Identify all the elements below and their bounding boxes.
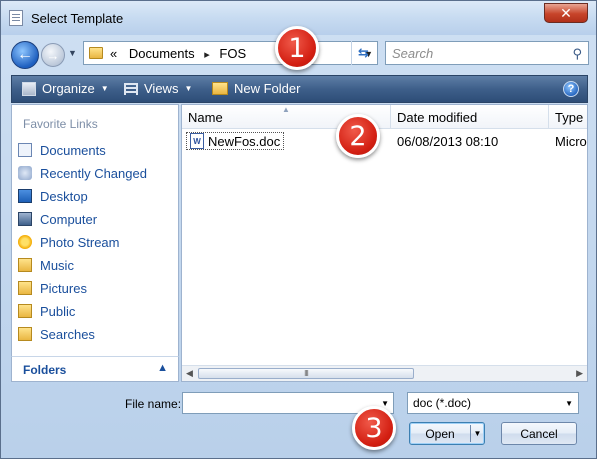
scrollbar-thumb[interactable]: III xyxy=(198,368,414,379)
views-icon xyxy=(124,82,138,95)
callout-badge-2: 2 xyxy=(336,114,380,158)
search-icon[interactable]: ⚲ xyxy=(572,46,582,62)
breadcrumb: « Documents ▸ FOS xyxy=(110,46,246,61)
open-label: Open xyxy=(425,426,455,441)
chevron-down-icon: ▼ xyxy=(565,399,573,408)
nav-item-label: Public xyxy=(40,303,76,319)
scroll-left-icon[interactable]: ◀ xyxy=(186,368,193,379)
nav-item-label: Pictures xyxy=(40,280,87,296)
photo-stream-icon xyxy=(18,235,32,249)
folder-icon xyxy=(18,258,32,272)
file-date-modified: 06/08/2013 08:10 xyxy=(397,134,499,149)
word-document-icon: W xyxy=(190,133,204,149)
column-header-type[interactable]: Type xyxy=(549,105,587,129)
organize-icon xyxy=(22,81,36,96)
column-header-date-modified[interactable]: Date modified xyxy=(391,105,549,129)
select-template-dialog: Select Template ✕ ← → ▼ « Documents ▸ FO… xyxy=(0,0,597,459)
forward-arrow-icon: → xyxy=(46,47,60,63)
nav-item-documents[interactable]: Documents xyxy=(18,140,106,160)
nav-item-public[interactable]: Public xyxy=(18,301,75,321)
breadcrumb-overflow[interactable]: « xyxy=(110,46,117,61)
folder-icon xyxy=(89,47,103,59)
refresh-button[interactable]: ⇆ xyxy=(351,41,375,65)
help-icon[interactable]: ? xyxy=(563,81,579,97)
nav-item-label: Searches xyxy=(40,326,95,342)
nav-item-recently-changed[interactable]: Recently Changed xyxy=(18,163,147,183)
history-dropdown-icon[interactable]: ▼ xyxy=(68,48,77,58)
cancel-button[interactable]: Cancel xyxy=(501,422,577,445)
nav-item-music[interactable]: Music xyxy=(18,255,74,275)
close-button[interactable]: ✕ xyxy=(544,3,588,23)
breadcrumb-separator-icon[interactable]: ▸ xyxy=(204,49,210,61)
file-type-value: doc (*.doc) xyxy=(413,396,472,410)
nav-item-label: Photo Stream xyxy=(40,234,120,250)
command-toolbar: Organize ▼ Views ▼ New Folder ? xyxy=(11,75,588,103)
file-type: Microso xyxy=(555,134,587,149)
back-arrow-icon: ← xyxy=(17,46,33,63)
refresh-icon: ⇆ xyxy=(358,45,369,60)
window-title: Select Template xyxy=(31,11,124,26)
desktop-icon xyxy=(18,189,32,203)
nav-item-label: Documents xyxy=(40,142,106,158)
scroll-right-icon[interactable]: ▶ xyxy=(576,368,583,379)
nav-item-label: Desktop xyxy=(40,188,88,204)
views-button[interactable]: Views ▼ xyxy=(124,81,192,96)
chevron-down-icon: ▼ xyxy=(100,84,109,93)
nav-item-pictures[interactable]: Pictures xyxy=(18,278,87,298)
new-folder-label: New Folder xyxy=(234,81,301,96)
table-row[interactable]: W NewFos.doc 06/08/2013 08:10 Microso xyxy=(182,131,587,151)
document-icon xyxy=(9,10,23,26)
back-button[interactable]: ← xyxy=(11,41,39,69)
file-type-select[interactable]: doc (*.doc) ▼ xyxy=(407,392,579,414)
favorite-links-header: Favorite Links xyxy=(23,117,98,131)
folders-label: Folders xyxy=(23,363,67,377)
organize-button[interactable]: Organize ▼ xyxy=(22,81,109,96)
address-bar[interactable]: « Documents ▸ FOS ▼ xyxy=(83,41,378,65)
forward-button[interactable]: → xyxy=(41,43,65,67)
views-label: Views xyxy=(144,81,179,96)
folders-toggle[interactable]: Folders ▲ xyxy=(11,356,179,382)
folder-icon xyxy=(18,327,32,341)
search-input[interactable]: Search ⚲ xyxy=(385,41,589,65)
file-name-cell[interactable]: W NewFos.doc xyxy=(186,132,285,150)
document-icon xyxy=(18,143,32,157)
chevron-up-icon: ▲ xyxy=(157,362,168,374)
horizontal-scrollbar[interactable]: ◀ III ▶ xyxy=(182,365,587,381)
nav-item-label: Computer xyxy=(40,211,98,227)
navigation-pane: Favorite Links Documents Recently Change… xyxy=(11,104,179,382)
new-folder-button[interactable]: New Folder xyxy=(212,81,300,96)
computer-icon xyxy=(18,212,32,226)
callout-badge-3: 3 xyxy=(352,406,396,450)
search-placeholder: Search xyxy=(392,46,434,61)
breadcrumb-documents[interactable]: Documents xyxy=(129,46,195,61)
folder-icon xyxy=(18,304,32,318)
nav-item-photo-stream[interactable]: Photo Stream xyxy=(18,232,120,252)
file-name-label: File name: xyxy=(125,397,182,411)
open-button[interactable]: Open ▼ xyxy=(409,422,485,445)
nav-item-desktop[interactable]: Desktop xyxy=(18,186,88,206)
nav-item-label: Recently Changed xyxy=(40,165,147,181)
callout-badge-1: 1 xyxy=(275,26,319,70)
folder-icon xyxy=(18,281,32,295)
nav-item-label: Music xyxy=(40,257,74,273)
nav-item-computer[interactable]: Computer xyxy=(18,209,97,229)
open-options-dropdown-icon[interactable]: ▼ xyxy=(470,425,484,442)
new-folder-icon xyxy=(212,82,228,95)
column-header-row: ▲ Name Date modified Type xyxy=(182,105,587,129)
file-name: NewFos.doc xyxy=(208,133,281,149)
recent-icon xyxy=(18,166,32,180)
file-list: ▲ Name Date modified Type W NewFos.doc 0… xyxy=(181,104,588,382)
breadcrumb-fos[interactable]: FOS xyxy=(219,46,246,61)
chevron-down-icon: ▼ xyxy=(184,84,193,93)
organize-label: Organize xyxy=(42,81,95,96)
nav-item-searches[interactable]: Searches xyxy=(18,324,95,344)
